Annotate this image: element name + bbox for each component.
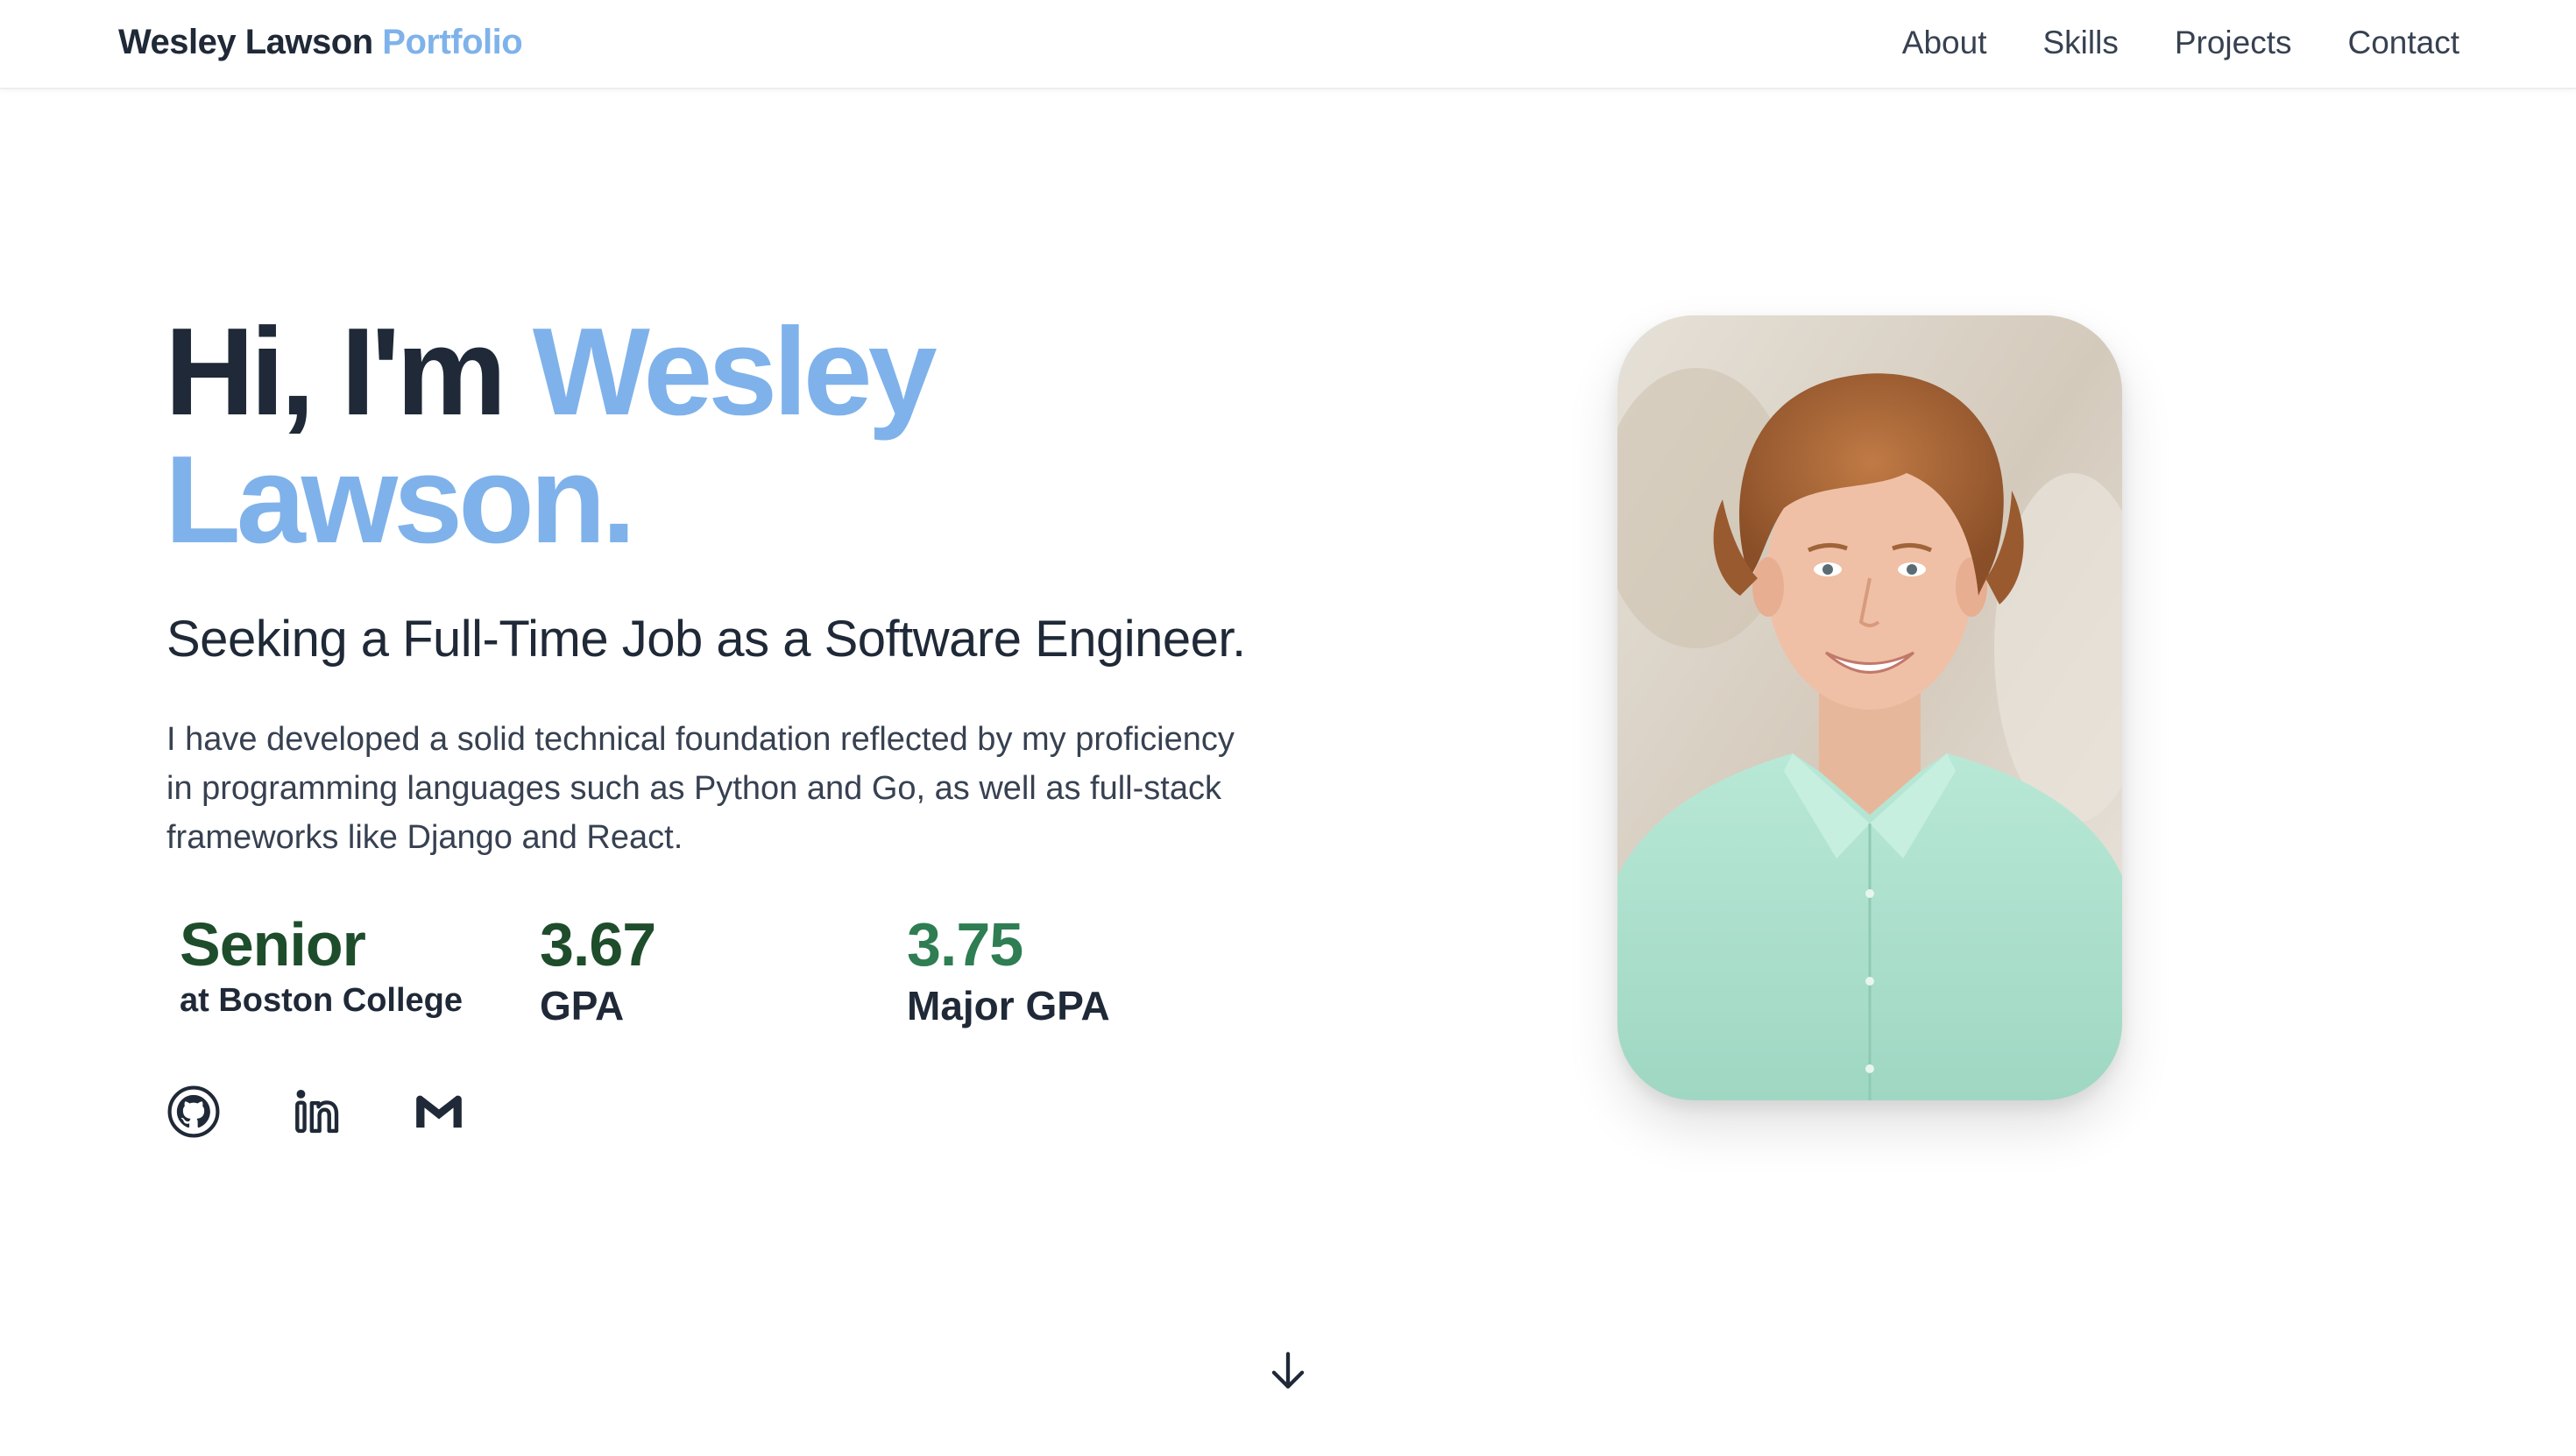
gmail-icon	[416, 1095, 462, 1128]
hero-greeting: Hi, I'm	[165, 302, 506, 442]
hero-first-name: Wesley	[532, 302, 938, 442]
scroll-down-arrow-icon[interactable]	[1269, 1349, 1307, 1393]
hero-description: I have developed a solid technical found…	[166, 721, 1235, 856]
nav-links: About Skills Projects Contact	[1902, 25, 2459, 61]
stat-label: at Boston College	[180, 982, 464, 1019]
stat-value: 3.67	[540, 910, 656, 979]
social-links	[165, 1083, 468, 1141]
nav-link-contact[interactable]: Contact	[2347, 25, 2459, 61]
github-link[interactable]	[165, 1083, 223, 1141]
stat-value: 3.75	[907, 910, 1023, 979]
hero-subtitle: Seeking a Full-Time Job as a Software En…	[166, 611, 1246, 668]
nav-link-about[interactable]: About	[1902, 25, 1987, 61]
stat-class-year: Senior at Boston College	[180, 908, 463, 1020]
nav-link-skills[interactable]: Skills	[2042, 25, 2118, 61]
brand-name: Wesley Lawson	[118, 23, 373, 61]
gmail-link[interactable]	[410, 1083, 468, 1141]
stat-value: Senior	[180, 910, 366, 979]
stat-label: Major GPA	[907, 983, 1110, 1028]
profile-photo	[1617, 315, 2122, 1100]
github-icon	[167, 1085, 220, 1138]
brand-logo[interactable]: Wesley Lawson Portfolio	[118, 23, 523, 62]
stat-label: GPA	[540, 983, 625, 1028]
hero-last-name: Lawson.	[165, 430, 636, 569]
brand-accent: Portfolio	[382, 23, 523, 61]
navbar: Wesley Lawson Portfolio About Skills Pro…	[0, 0, 2576, 89]
linkedin-link[interactable]	[287, 1083, 345, 1141]
stat-major-gpa: 3.75 Major GPA	[907, 908, 1110, 1030]
hero-title: Hi, I'm Wesley Lawson.	[165, 308, 938, 564]
linkedin-icon	[295, 1089, 339, 1134]
stat-gpa: 3.67 GPA	[540, 908, 656, 1030]
profile-photo-illustration	[1617, 315, 2122, 1100]
nav-link-projects[interactable]: Projects	[2175, 25, 2292, 61]
